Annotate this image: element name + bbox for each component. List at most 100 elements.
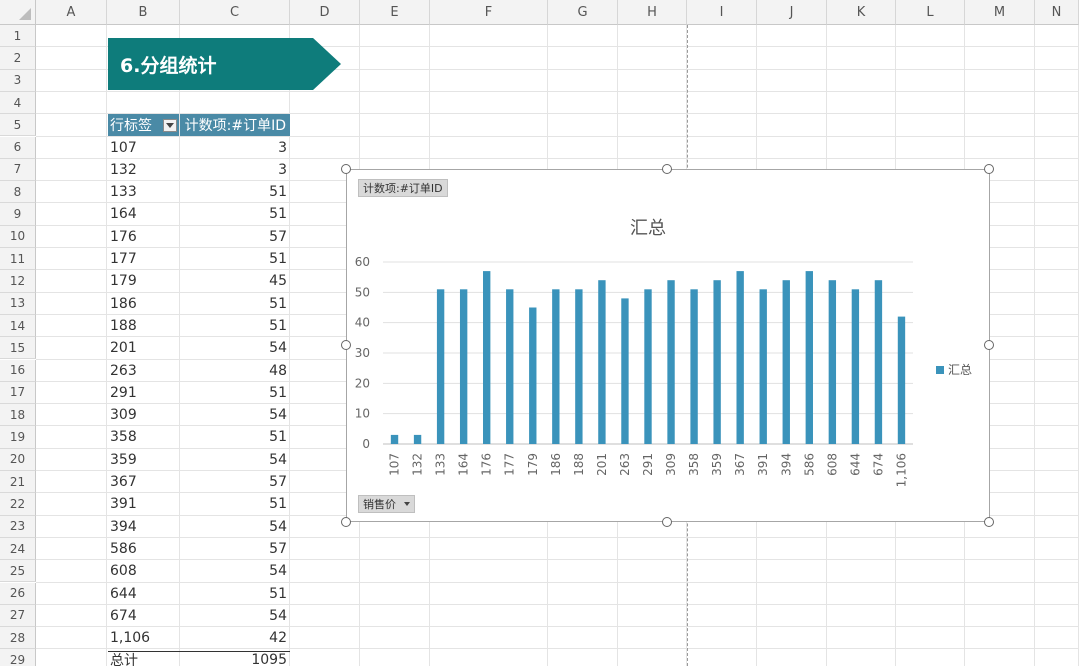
pivot-row-label[interactable]: 263 <box>110 360 178 382</box>
pivot-row-count[interactable]: 3 <box>180 137 287 159</box>
row-header-13[interactable]: 13 <box>0 292 36 315</box>
pivot-row-label[interactable]: 391 <box>110 493 178 515</box>
row-header-17[interactable]: 17 <box>0 381 36 405</box>
resize-handle-top-right[interactable] <box>984 164 994 174</box>
resize-handle-top-left[interactable] <box>341 164 351 174</box>
pivot-row-count[interactable]: 42 <box>180 627 287 649</box>
pivot-row-label[interactable]: 133 <box>110 181 178 203</box>
column-header-c[interactable]: C <box>180 0 290 25</box>
column-header-k[interactable]: K <box>827 0 896 25</box>
column-header-f[interactable]: F <box>430 0 548 25</box>
column-header-d[interactable]: D <box>290 0 360 25</box>
resize-handle-bottom-middle[interactable] <box>662 517 672 527</box>
pivot-row-label[interactable]: 186 <box>110 293 178 315</box>
pivot-row-label[interactable]: 674 <box>110 605 178 627</box>
pivot-row-label[interactable]: 309 <box>110 404 178 426</box>
row-header-8[interactable]: 8 <box>0 181 36 204</box>
resize-handle-top-middle[interactable] <box>662 164 672 174</box>
pivot-row-count[interactable]: 51 <box>180 382 287 404</box>
pivot-row-label[interactable]: 359 <box>110 449 178 471</box>
pivot-row-count[interactable]: 45 <box>180 270 287 292</box>
column-header-a[interactable]: A <box>36 0 107 25</box>
column-header-j[interactable]: J <box>757 0 827 25</box>
pivot-row-count[interactable]: 54 <box>180 516 287 538</box>
pivot-row-label[interactable]: 394 <box>110 516 178 538</box>
column-header-b[interactable]: B <box>107 0 180 25</box>
pivot-row-count[interactable]: 51 <box>180 181 287 203</box>
column-header-m[interactable]: M <box>965 0 1035 25</box>
column-header-i[interactable]: I <box>687 0 757 25</box>
chart-axis-field-button[interactable]: 销售价 <box>358 495 415 513</box>
row-header-16[interactable]: 16 <box>0 359 36 382</box>
pivot-chart[interactable]: 计数项:#订单ID 销售价 汇总 0 10 20 30 40 50 60 107 132 133 16… <box>346 169 990 522</box>
pivot-row-count[interactable]: 54 <box>180 337 287 359</box>
row-header-20[interactable]: 20 <box>0 448 36 471</box>
pivot-row-count[interactable]: 51 <box>180 493 287 515</box>
pivot-row-count[interactable]: 48 <box>180 360 287 382</box>
pivot-row-label[interactable]: 586 <box>110 538 178 560</box>
row-header-19[interactable]: 19 <box>0 426 36 449</box>
pivot-row-count[interactable]: 57 <box>180 471 287 493</box>
row-header-21[interactable]: 21 <box>0 471 36 494</box>
row-header-23[interactable]: 23 <box>0 515 36 538</box>
row-header-3[interactable]: 3 <box>0 69 36 92</box>
pivot-row-label[interactable]: 176 <box>110 226 178 248</box>
pivot-row-label[interactable]: 164 <box>110 203 178 225</box>
resize-handle-bottom-left[interactable] <box>341 517 351 527</box>
pivot-row-count[interactable]: 3 <box>180 159 287 181</box>
row-header-25[interactable]: 25 <box>0 560 36 583</box>
pivot-row-label-header[interactable]: 行标签 <box>108 114 179 136</box>
pivot-row-count[interactable]: 51 <box>180 203 287 225</box>
row-header-10[interactable]: 10 <box>0 225 36 248</box>
pivot-row-count[interactable]: 51 <box>180 315 287 337</box>
column-header-e[interactable]: E <box>360 0 430 25</box>
pivot-row-label[interactable]: 608 <box>110 560 178 582</box>
pivot-row-count[interactable]: 51 <box>180 426 287 448</box>
row-header-9[interactable]: 9 <box>0 203 36 226</box>
pivot-row-count[interactable]: 51 <box>180 293 287 315</box>
column-header-h[interactable]: H <box>618 0 687 25</box>
column-header-g[interactable]: G <box>548 0 618 25</box>
row-header-2[interactable]: 2 <box>0 47 36 70</box>
pivot-row-label[interactable]: 291 <box>110 382 178 404</box>
select-all-corner[interactable] <box>0 0 36 25</box>
pivot-row-label[interactable]: 107 <box>110 137 178 159</box>
pivot-row-label[interactable]: 367 <box>110 471 178 493</box>
pivot-row-count[interactable]: 54 <box>180 560 287 582</box>
row-header-15[interactable]: 15 <box>0 337 36 360</box>
resize-handle-bottom-right[interactable] <box>984 517 994 527</box>
row-header-1[interactable]: 1 <box>0 25 36 48</box>
row-header-27[interactable]: 27 <box>0 604 36 628</box>
resize-handle-middle-left[interactable] <box>341 340 351 350</box>
row-header-14[interactable]: 14 <box>0 314 36 338</box>
row-header-18[interactable]: 18 <box>0 404 36 427</box>
pivot-row-count[interactable]: 54 <box>180 449 287 471</box>
pivot-row-count[interactable]: 57 <box>180 226 287 248</box>
row-header-6[interactable]: 6 <box>0 136 36 159</box>
row-header-22[interactable]: 22 <box>0 493 36 516</box>
pivot-row-label[interactable]: 188 <box>110 315 178 337</box>
pivot-filter-dropdown-button[interactable] <box>163 119 177 132</box>
row-header-5[interactable]: 5 <box>0 114 36 137</box>
pivot-row-label[interactable]: 1,106 <box>110 627 178 649</box>
pivot-row-label[interactable]: 177 <box>110 248 178 270</box>
row-header-26[interactable]: 26 <box>0 582 36 605</box>
title-banner[interactable]: 6.分组统计 <box>108 38 341 90</box>
pivot-row-label[interactable]: 201 <box>110 337 178 359</box>
row-header-12[interactable]: 12 <box>0 270 36 293</box>
pivot-row-count[interactable]: 51 <box>180 583 287 605</box>
pivot-row-count[interactable]: 54 <box>180 404 287 426</box>
column-header-l[interactable]: L <box>896 0 965 25</box>
row-header-11[interactable]: 11 <box>0 248 36 271</box>
row-header-7[interactable]: 7 <box>0 158 36 182</box>
row-header-24[interactable]: 24 <box>0 537 36 561</box>
row-header-28[interactable]: 28 <box>0 627 36 650</box>
pivot-row-label[interactable]: 358 <box>110 426 178 448</box>
column-header-n[interactable]: N <box>1035 0 1079 25</box>
chart-value-field-button[interactable]: 计数项:#订单ID <box>358 179 448 197</box>
pivot-row-label[interactable]: 132 <box>110 159 178 181</box>
pivot-value-header[interactable]: 计数项:#订单ID <box>180 114 290 136</box>
pivot-row-count[interactable]: 51 <box>180 248 287 270</box>
row-header-29[interactable]: 29 <box>0 649 36 666</box>
pivot-row-count[interactable]: 54 <box>180 605 287 627</box>
